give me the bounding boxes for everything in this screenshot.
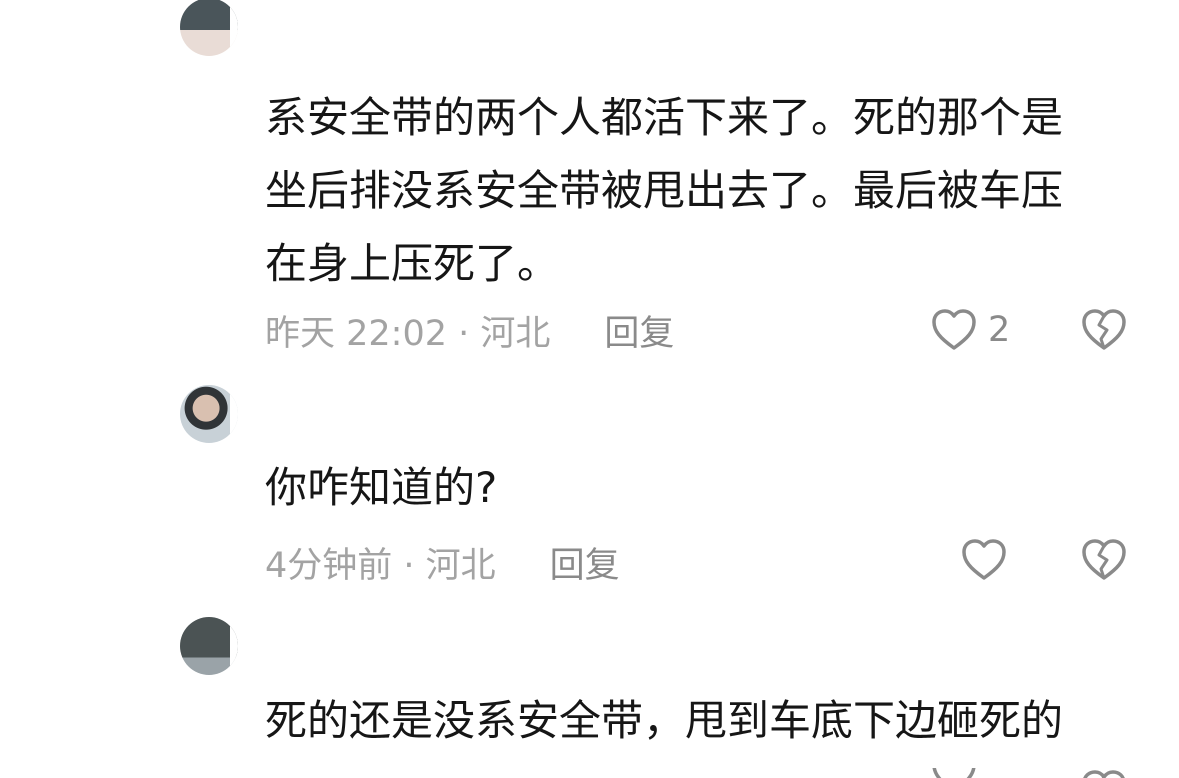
comment-text: 系安全带的两个人都活下来了。死的那个是 坐后排没系安全带被甩出去了。最后被车压 … bbox=[265, 93, 1064, 288]
heart-outline-icon bbox=[930, 768, 978, 778]
avatar-cutout bbox=[230, 385, 238, 443]
comment-text: 死的还是没系安全带，甩到车底下边砸死的 bbox=[265, 696, 1064, 745]
like-button[interactable]: 2 bbox=[930, 305, 1010, 355]
comment-meta: 4分钟前 · 河北 回复 bbox=[265, 537, 620, 587]
like-count: 2 bbox=[988, 310, 1011, 350]
like-button[interactable] bbox=[960, 535, 1008, 585]
heart-outline-icon bbox=[930, 307, 978, 353]
user-avatar[interactable] bbox=[180, 385, 238, 443]
comment-text: 你咋知道的? bbox=[265, 463, 498, 512]
user-avatar[interactable] bbox=[180, 617, 238, 675]
broken-heart-icon[interactable] bbox=[1080, 768, 1128, 778]
time-location: 4分钟前 · 河北 bbox=[265, 545, 496, 586]
comment-meta: 昨天 22:02 · 河北 回复 bbox=[265, 305, 674, 355]
broken-heart-icon[interactable] bbox=[1080, 537, 1128, 583]
time-location: 昨天 22:02 · 河北 bbox=[265, 313, 551, 354]
avatar-cutout bbox=[230, 0, 238, 56]
heart-outline-icon bbox=[960, 537, 1008, 583]
user-avatar[interactable] bbox=[180, 0, 238, 56]
avatar-cutout bbox=[230, 617, 238, 675]
broken-heart-icon[interactable] bbox=[1080, 307, 1128, 353]
comment-meta bbox=[265, 772, 319, 778]
reply-button[interactable]: 回复 bbox=[550, 537, 620, 588]
like-button[interactable] bbox=[930, 768, 988, 778]
reply-button[interactable]: 回复 bbox=[604, 305, 674, 356]
